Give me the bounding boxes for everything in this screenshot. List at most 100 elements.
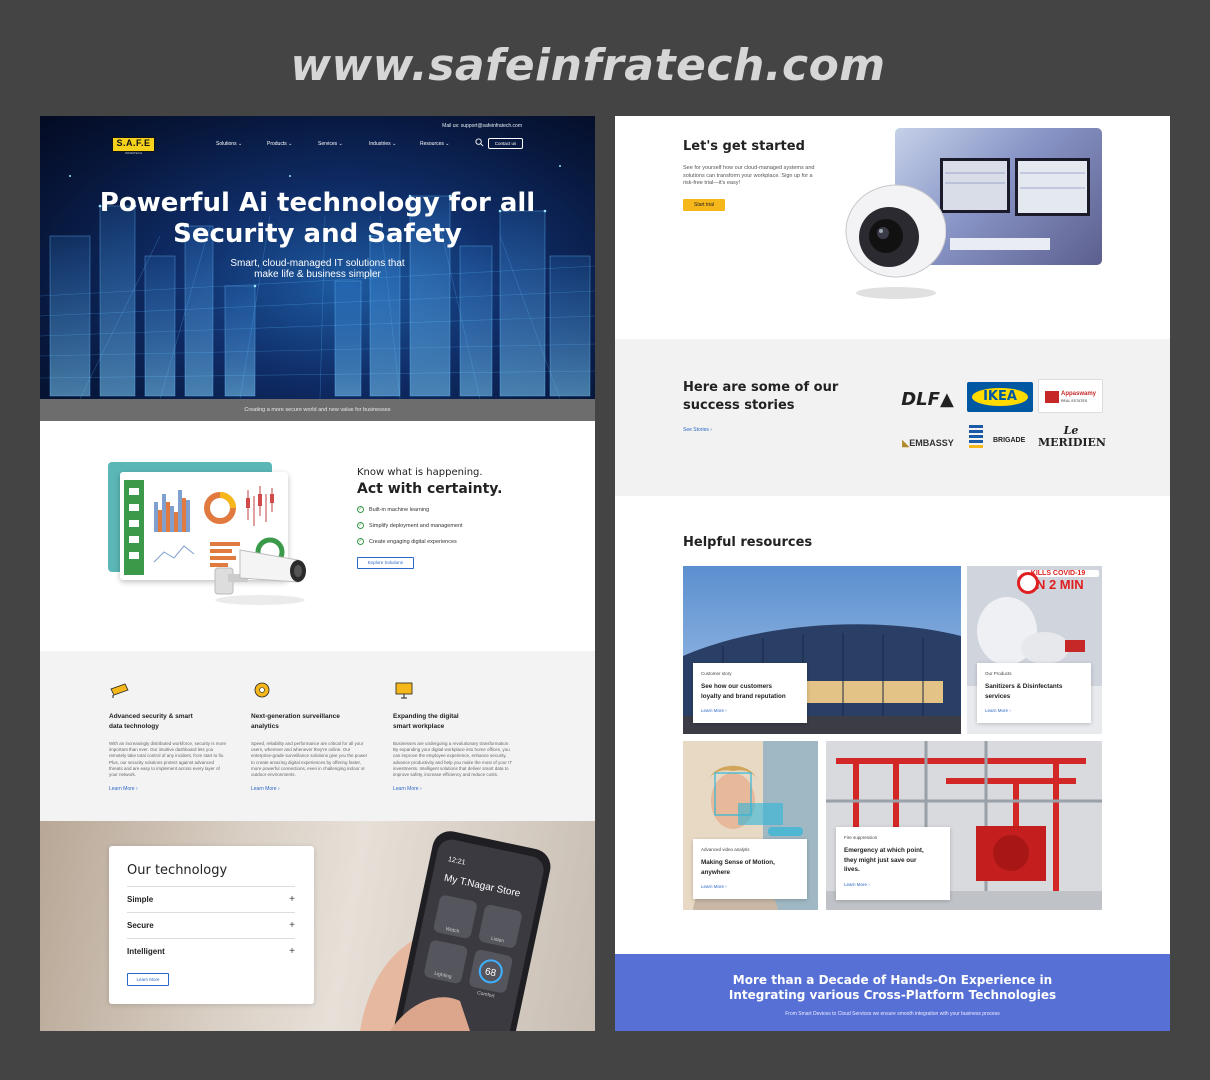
hero-subtitle: Smart, cloud-managed IT solutions that m… [40, 258, 595, 280]
feature-column: Expanding the digital smart workplace Bus… [393, 681, 513, 792]
nav-item-resources[interactable]: Resources ⌄ [420, 141, 471, 147]
link-label: Learn More [109, 786, 135, 793]
experience-banner: More than a Decade of Hands-On Experienc… [615, 954, 1170, 1031]
check-circle-icon: ✓ [357, 522, 364, 529]
site-url-watermark: www.safeinfratech.com [290, 40, 886, 91]
resource-tile[interactable]: KILLS COVID-19 IN 2 MIN Our Products San… [967, 566, 1102, 734]
nav-item-industries[interactable]: Industries ⌄ [369, 141, 420, 147]
success-stories-section: Here are some of our success stories See… [615, 339, 1170, 496]
feature-title-line: Expanding the digital [393, 713, 459, 720]
resource-title-line: services [985, 692, 1011, 700]
nav-item-products[interactable]: Products ⌄ [267, 141, 318, 147]
know-heading-line1: Know what is happening. [357, 467, 483, 478]
hero-title-line: Security and Safety [173, 219, 462, 249]
resource-card: Fire suppression Emergency at which poin… [836, 827, 950, 900]
accordion-label: Secure [127, 921, 154, 930]
safe-logo[interactable]: S.A.F.E [112, 137, 155, 152]
feature-body: Speed, reliability and performance are c… [251, 741, 368, 778]
no-virus-icon [1017, 572, 1039, 594]
resource-title-line: Emergency at which point, [844, 847, 924, 854]
feature-column: Advanced security & smart data technology… [109, 681, 229, 792]
technology-section: 68 12:21 My T.Nagar Store Watch Listen L… [40, 821, 595, 1031]
chevron-down-icon: ⌄ [392, 141, 397, 147]
hero-title-line: Powerful Ai technology for all [99, 188, 536, 218]
chevron-right-icon: › [710, 427, 712, 433]
resource-title-line: anywhere [701, 868, 731, 876]
know-heading-line2: Act with certainty. [357, 481, 503, 497]
resource-tile[interactable]: Customer story See how our customers loya… [683, 566, 961, 734]
resource-category: Our Products [985, 671, 1012, 676]
nav-item-services[interactable]: Services ⌄ [318, 141, 369, 147]
start-title: Let's get started [683, 139, 805, 154]
resource-title: Sanitizers & Disinfectants services [985, 682, 1083, 701]
resource-title-line: lives. [844, 866, 860, 873]
plus-icon: + [289, 946, 295, 957]
technology-card: Our technology Simple + Secure + Intellige… [109, 846, 314, 1004]
nav-label: Industries [369, 141, 391, 147]
learn-more-link[interactable]: Learn More › [251, 786, 371, 792]
learn-more-link[interactable]: Learn More › [701, 884, 799, 889]
resource-tile[interactable]: Advanced video analytis Making Sense of … [683, 741, 818, 910]
learn-more-link[interactable]: Learn More › [393, 786, 513, 792]
contact-us-button[interactable]: Contact us [488, 138, 523, 149]
plus-icon: + [289, 894, 295, 905]
explore-solutions-button[interactable]: Explore Solutions [357, 557, 414, 569]
accordion-item-intelligent[interactable]: Intelligent + [127, 938, 295, 964]
feature-item: ✓ Built-in machine learning [357, 506, 429, 513]
link-label: Learn More [393, 786, 419, 793]
feature-title-line: analytics [251, 723, 279, 730]
learn-more-link[interactable]: Learn More › [109, 786, 229, 792]
brain-gear-icon [254, 682, 270, 698]
resource-card: Customer story See how our customers loya… [693, 663, 807, 723]
see-stories-link[interactable]: See Stories › [683, 427, 712, 433]
logo-text: MERIDIEN [1038, 436, 1106, 449]
feature-label: Create engaging digital experiences [369, 538, 457, 545]
success-title: Here are some of our success stories [683, 379, 863, 415]
client-logo-brigade: BRIGADE [969, 425, 1031, 455]
learn-more-link[interactable]: Learn More › [701, 708, 799, 713]
nav-item-solutions[interactable]: Solutions ⌄ [216, 141, 267, 147]
success-title-line: Here are some of our [683, 380, 839, 395]
resource-category: Fire suppression [844, 835, 878, 840]
logo-text: IKEA [972, 388, 1028, 406]
feature-title: Expanding the digital smart workplace [393, 712, 513, 732]
top-mail-text[interactable]: Mail us: support@safeinfratech.com [442, 123, 522, 129]
search-icon[interactable] [475, 138, 484, 147]
chevron-right-icon: › [868, 881, 870, 887]
feature-item: ✓ Simplify deployment and management [357, 522, 463, 529]
resource-category: Customer story [701, 671, 732, 676]
logo-text: BRIGADE [993, 437, 1026, 444]
chevron-right-icon: › [419, 786, 422, 793]
technology-title: Our technology [127, 863, 228, 878]
resource-card: Advanced video analytis Making Sense of … [693, 839, 807, 899]
feature-body: With an increasingly distributed workfor… [109, 741, 227, 778]
logo-subtitle: INFRATECH [125, 151, 142, 155]
chevron-right-icon: › [135, 786, 138, 793]
check-circle-icon: ✓ [357, 506, 364, 513]
start-trial-button[interactable]: Start trial [683, 199, 725, 211]
features-section: Advanced security & smart data technology… [40, 651, 595, 821]
learn-more-link[interactable]: Learn More › [985, 708, 1083, 713]
resources-title: Helpful resources [683, 535, 813, 550]
link-label: Learn More [844, 881, 868, 887]
client-logo-le-meridien: Le MERIDIEN [1038, 424, 1106, 457]
resource-title: Emergency at which point, they might just… [844, 846, 942, 875]
resource-category: Advanced video analytis [701, 847, 750, 852]
link-label: See Stories [683, 427, 709, 433]
feature-label: Built-in machine learning [369, 506, 430, 513]
experience-title: More than a Decade of Hands-On Experienc… [615, 973, 1170, 1003]
resource-tile[interactable]: Fire suppression Emergency at which poin… [826, 741, 1102, 910]
accordion-label: Simple [127, 895, 154, 904]
resource-title: See how our customers loyalty and brand r… [701, 682, 799, 701]
logo-text: Le [1063, 424, 1079, 437]
accordion-item-simple[interactable]: Simple + [127, 886, 295, 912]
learn-more-link[interactable]: Learn More › [844, 882, 942, 887]
chevron-down-icon: ⌄ [237, 141, 243, 147]
appaswamy-mark-icon [1045, 391, 1059, 403]
resource-title-line: they might just save our [844, 856, 917, 864]
learn-more-button[interactable]: Learn More [127, 973, 169, 986]
hero-subtitle-line: Smart, cloud-managed IT solutions that [230, 258, 405, 269]
feature-title-line: smart workplace [393, 723, 445, 730]
accordion-item-secure[interactable]: Secure + [127, 912, 295, 938]
client-logo-ikea: IKEA [967, 382, 1033, 412]
